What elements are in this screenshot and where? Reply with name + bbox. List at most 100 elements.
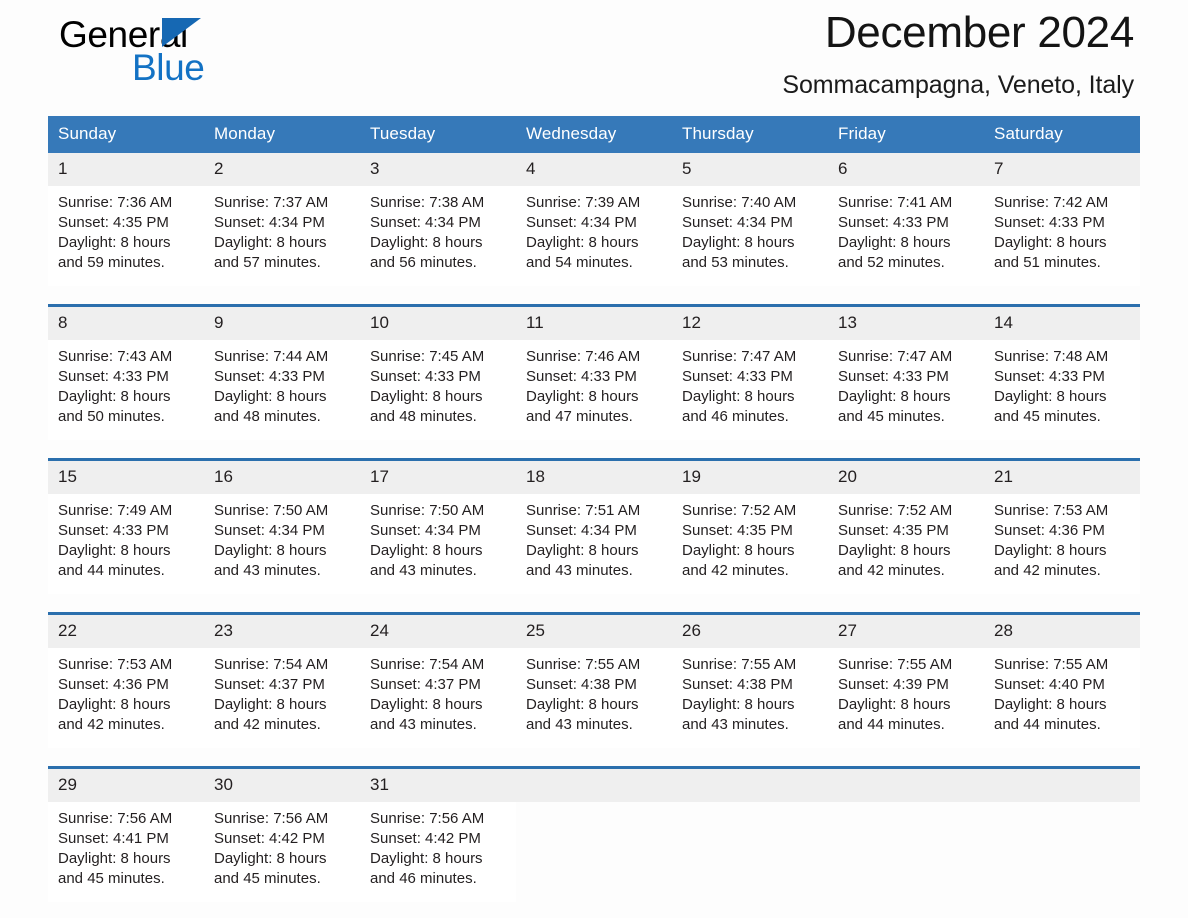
day-cell[interactable]: Sunrise: 7:55 AM Sunset: 4:38 PM Dayligh…: [516, 648, 672, 748]
day-number[interactable]: 1: [48, 153, 204, 186]
day-cell[interactable]: Sunrise: 7:44 AM Sunset: 4:33 PM Dayligh…: [204, 340, 360, 440]
weekday-header-wednesday: Wednesday: [516, 116, 672, 153]
day-cell[interactable]: Sunrise: 7:39 AM Sunset: 4:34 PM Dayligh…: [516, 186, 672, 286]
day-number[interactable]: 30: [204, 766, 360, 802]
day-cell[interactable]: Sunrise: 7:46 AM Sunset: 4:33 PM Dayligh…: [516, 340, 672, 440]
sunset-text: Sunset: 4:34 PM: [682, 214, 793, 231]
daylight-text-cont: and 46 minutes.: [682, 408, 789, 425]
sunset-text: Sunset: 4:33 PM: [370, 368, 481, 385]
sunset-text: Sunset: 4:34 PM: [370, 214, 481, 231]
day-cell[interactable]: Sunrise: 7:53 AM Sunset: 4:36 PM Dayligh…: [48, 648, 204, 748]
day-cell[interactable]: Sunrise: 7:47 AM Sunset: 4:33 PM Dayligh…: [672, 340, 828, 440]
week-4-detail-row: Sunrise: 7:53 AM Sunset: 4:36 PM Dayligh…: [48, 648, 1140, 748]
day-number[interactable]: 29: [48, 766, 204, 802]
day-cell[interactable]: Sunrise: 7:55 AM Sunset: 4:40 PM Dayligh…: [984, 648, 1140, 748]
daylight-text: Daylight: 8 hours: [58, 542, 171, 559]
day-cell[interactable]: Sunrise: 7:50 AM Sunset: 4:34 PM Dayligh…: [204, 494, 360, 594]
day-number[interactable]: 26: [672, 612, 828, 648]
sunset-text: Sunset: 4:33 PM: [526, 368, 637, 385]
day-number[interactable]: 6: [828, 153, 984, 186]
day-number[interactable]: 16: [204, 458, 360, 494]
day-number[interactable]: 12: [672, 304, 828, 340]
day-cell[interactable]: Sunrise: 7:36 AM Sunset: 4:35 PM Dayligh…: [48, 186, 204, 286]
week-4-daynumber-row: 22 23 24 25 26 27 28: [48, 612, 1140, 648]
day-cell[interactable]: Sunrise: 7:43 AM Sunset: 4:33 PM Dayligh…: [48, 340, 204, 440]
daylight-text-cont: and 57 minutes.: [214, 254, 321, 271]
day-number[interactable]: 22: [48, 612, 204, 648]
sunrise-text: Sunrise: 7:36 AM: [58, 194, 173, 211]
day-cell[interactable]: Sunrise: 7:40 AM Sunset: 4:34 PM Dayligh…: [672, 186, 828, 286]
day-number[interactable]: 5: [672, 153, 828, 186]
day-number[interactable]: 31: [360, 766, 516, 802]
daylight-text: Daylight: 8 hours: [838, 542, 951, 559]
day-cell[interactable]: Sunrise: 7:56 AM Sunset: 4:42 PM Dayligh…: [204, 802, 360, 902]
day-number[interactable]: 11: [516, 304, 672, 340]
day-cell[interactable]: Sunrise: 7:52 AM Sunset: 4:35 PM Dayligh…: [672, 494, 828, 594]
daylight-text: Daylight: 8 hours: [994, 234, 1107, 251]
day-cell[interactable]: Sunrise: 7:51 AM Sunset: 4:34 PM Dayligh…: [516, 494, 672, 594]
day-cell[interactable]: Sunrise: 7:41 AM Sunset: 4:33 PM Dayligh…: [828, 186, 984, 286]
sunset-text: Sunset: 4:35 PM: [58, 214, 169, 231]
day-cell[interactable]: Sunrise: 7:47 AM Sunset: 4:33 PM Dayligh…: [828, 340, 984, 440]
sunrise-text: Sunrise: 7:45 AM: [370, 348, 485, 365]
day-cell[interactable]: Sunrise: 7:42 AM Sunset: 4:33 PM Dayligh…: [984, 186, 1140, 286]
day-number-empty: [984, 766, 1140, 802]
day-cell[interactable]: Sunrise: 7:56 AM Sunset: 4:41 PM Dayligh…: [48, 802, 204, 902]
daylight-text-cont: and 50 minutes.: [58, 408, 165, 425]
day-cell[interactable]: Sunrise: 7:49 AM Sunset: 4:33 PM Dayligh…: [48, 494, 204, 594]
day-cell[interactable]: Sunrise: 7:50 AM Sunset: 4:34 PM Dayligh…: [360, 494, 516, 594]
day-cell[interactable]: Sunrise: 7:45 AM Sunset: 4:33 PM Dayligh…: [360, 340, 516, 440]
sunrise-text: Sunrise: 7:38 AM: [370, 194, 485, 211]
daylight-text: Daylight: 8 hours: [526, 696, 639, 713]
day-cell[interactable]: Sunrise: 7:54 AM Sunset: 4:37 PM Dayligh…: [360, 648, 516, 748]
day-number[interactable]: 13: [828, 304, 984, 340]
sunset-text: Sunset: 4:36 PM: [994, 522, 1105, 539]
day-cell[interactable]: Sunrise: 7:53 AM Sunset: 4:36 PM Dayligh…: [984, 494, 1140, 594]
day-cell[interactable]: Sunrise: 7:55 AM Sunset: 4:38 PM Dayligh…: [672, 648, 828, 748]
day-number[interactable]: 24: [360, 612, 516, 648]
day-number[interactable]: 17: [360, 458, 516, 494]
day-number[interactable]: 14: [984, 304, 1140, 340]
day-cell[interactable]: Sunrise: 7:37 AM Sunset: 4:34 PM Dayligh…: [204, 186, 360, 286]
day-number[interactable]: 18: [516, 458, 672, 494]
day-number[interactable]: 23: [204, 612, 360, 648]
day-cell[interactable]: Sunrise: 7:38 AM Sunset: 4:34 PM Dayligh…: [360, 186, 516, 286]
day-cell[interactable]: Sunrise: 7:56 AM Sunset: 4:42 PM Dayligh…: [360, 802, 516, 902]
sunrise-text: Sunrise: 7:54 AM: [214, 656, 329, 673]
day-cell[interactable]: Sunrise: 7:55 AM Sunset: 4:39 PM Dayligh…: [828, 648, 984, 748]
week-separator: [48, 440, 1140, 460]
sunset-text: Sunset: 4:33 PM: [58, 368, 169, 385]
day-number[interactable]: 4: [516, 153, 672, 186]
daylight-text: Daylight: 8 hours: [838, 696, 951, 713]
calendar-grid: Sunday Monday Tuesday Wednesday Thursday…: [48, 116, 1140, 902]
daylight-text-cont: and 51 minutes.: [994, 254, 1101, 271]
day-cell[interactable]: Sunrise: 7:54 AM Sunset: 4:37 PM Dayligh…: [204, 648, 360, 748]
generalblue-logo[interactable]: General Blue: [59, 16, 359, 106]
day-number[interactable]: 27: [828, 612, 984, 648]
title-block: December 2024 Sommacampagna, Veneto, Ita…: [782, 6, 1134, 100]
day-number[interactable]: 15: [48, 458, 204, 494]
day-number[interactable]: 10: [360, 304, 516, 340]
day-cell[interactable]: Sunrise: 7:52 AM Sunset: 4:35 PM Dayligh…: [828, 494, 984, 594]
day-number[interactable]: 20: [828, 458, 984, 494]
sunset-text: Sunset: 4:34 PM: [214, 214, 325, 231]
day-number[interactable]: 28: [984, 612, 1140, 648]
sunset-text: Sunset: 4:34 PM: [526, 214, 637, 231]
daylight-text: Daylight: 8 hours: [682, 696, 795, 713]
sunset-text: Sunset: 4:37 PM: [214, 676, 325, 693]
daylight-text: Daylight: 8 hours: [994, 388, 1107, 405]
daylight-text-cont: and 52 minutes.: [838, 254, 945, 271]
day-number[interactable]: 19: [672, 458, 828, 494]
day-cell[interactable]: Sunrise: 7:48 AM Sunset: 4:33 PM Dayligh…: [984, 340, 1140, 440]
weekday-header-monday: Monday: [204, 116, 360, 153]
day-number[interactable]: 7: [984, 153, 1140, 186]
day-number[interactable]: 25: [516, 612, 672, 648]
day-number[interactable]: 3: [360, 153, 516, 186]
day-number[interactable]: 9: [204, 304, 360, 340]
day-number[interactable]: 8: [48, 304, 204, 340]
day-number[interactable]: 21: [984, 458, 1140, 494]
daylight-text-cont: and 43 minutes.: [526, 716, 633, 733]
day-number[interactable]: 2: [204, 153, 360, 186]
sunrise-text: Sunrise: 7:54 AM: [370, 656, 485, 673]
sunset-text: Sunset: 4:34 PM: [370, 522, 481, 539]
